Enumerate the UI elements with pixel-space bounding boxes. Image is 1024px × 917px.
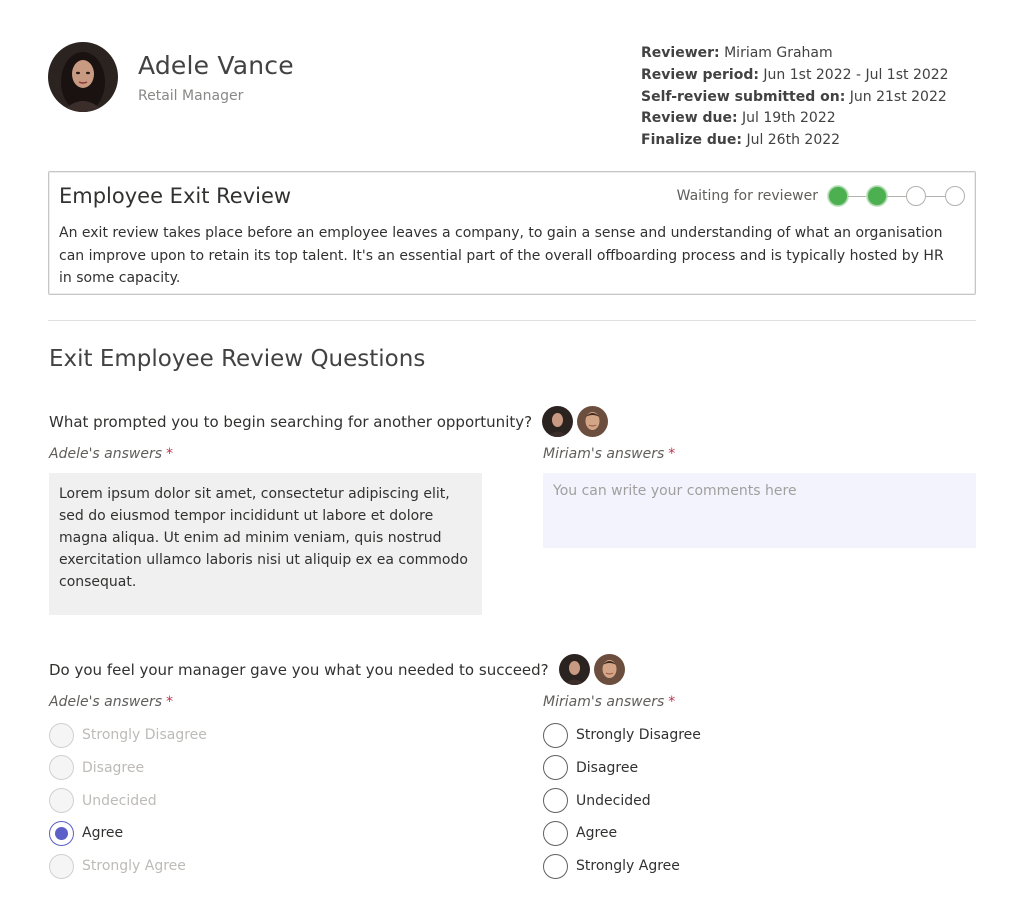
progress-connector xyxy=(848,195,867,197)
radio-circle-selected xyxy=(49,820,74,846)
meta-review-due: Review due: Jul 19th 2022 xyxy=(641,110,836,127)
reviewer-option-strongly-disagree[interactable]: Strongly Disagree xyxy=(543,722,701,748)
review-info-card: Employee Exit Review Waiting for reviewe… xyxy=(48,171,976,295)
employee-avatar xyxy=(48,42,118,112)
meta-self-review-submitted: Self-review submitted on: Jun 21st 2022 xyxy=(641,88,947,105)
radio-dot xyxy=(55,826,68,840)
required-marker: * xyxy=(166,446,174,462)
meta-review-period: Review period: Jun 1st 2022 - Jul 1st 20… xyxy=(641,66,949,83)
review-status: Waiting for reviewer xyxy=(677,184,965,208)
reviewer-answer-label: Miriam's answers * xyxy=(543,446,676,462)
radio-circle[interactable] xyxy=(543,722,568,748)
employee-radio-group: Strongly Disagree Disagree Undecided Agr… xyxy=(49,722,207,887)
reviewer-answer-label: Miriam's answers * xyxy=(543,694,676,710)
required-marker: * xyxy=(668,694,676,710)
card-title: Employee Exit Review xyxy=(59,184,292,208)
progress-step-4 xyxy=(945,186,965,206)
reviewer-option-undecided[interactable]: Undecided xyxy=(543,788,701,814)
employee-role: Retail Manager xyxy=(138,88,244,104)
progress-step-3 xyxy=(906,186,926,206)
question-1: What prompted you to begin searching for… xyxy=(49,406,612,437)
employee-avatar-small xyxy=(558,654,590,685)
employee-option-strongly-disagree: Strongly Disagree xyxy=(49,722,207,748)
employee-avatar-small xyxy=(542,406,574,437)
reviewer-comment-input[interactable] xyxy=(543,473,976,548)
employee-option-strongly-agree: Strongly Agree xyxy=(49,853,207,879)
employee-name: Adele Vance xyxy=(138,51,294,80)
employee-option-undecided: Undecided xyxy=(49,788,207,814)
required-marker: * xyxy=(166,694,174,710)
section-title: Exit Employee Review Questions xyxy=(49,346,426,372)
reviewer-avatar-small xyxy=(577,406,609,437)
radio-circle[interactable] xyxy=(543,755,568,781)
meta-reviewer: Reviewer: Miriam Graham xyxy=(641,45,833,61)
question-2: Do you feel your manager gave you what y… xyxy=(49,654,629,685)
employee-answer-label: Adele's answers * xyxy=(49,694,174,710)
progress-step-1 xyxy=(828,186,848,206)
reviewer-option-agree[interactable]: Agree xyxy=(543,820,701,846)
radio-circle[interactable] xyxy=(543,788,568,814)
meta-finalize-due: Finalize due: Jul 26th 2022 xyxy=(641,132,841,149)
employee-answer-text: Lorem ipsum dolor sit amet, consectetur … xyxy=(49,473,482,615)
status-label: Waiting for reviewer xyxy=(676,188,818,204)
required-marker: * xyxy=(668,446,676,462)
question-text: Do you feel your manager gave you what y… xyxy=(49,660,549,679)
reviewer-radio-group: Strongly Disagree Disagree Undecided Agr… xyxy=(543,722,701,887)
employee-option-agree: Agree xyxy=(49,820,207,846)
reviewer-option-strongly-agree[interactable]: Strongly Agree xyxy=(543,853,701,879)
progress-step-2 xyxy=(867,186,887,206)
radio-circle xyxy=(49,853,74,879)
radio-circle[interactable] xyxy=(543,820,568,846)
radio-circle xyxy=(49,755,74,781)
progress-connector xyxy=(887,195,906,197)
review-meta: Reviewer: Miriam Graham Review period: J… xyxy=(641,43,949,152)
employee-answer-label: Adele's answers * xyxy=(49,446,174,462)
radio-circle xyxy=(49,788,74,814)
radio-circle xyxy=(49,722,74,748)
progress-connector xyxy=(926,195,945,197)
divider xyxy=(48,320,976,321)
reviewer-avatar-small xyxy=(593,654,625,685)
question-text: What prompted you to begin searching for… xyxy=(49,412,533,431)
employee-option-disagree: Disagree xyxy=(49,755,207,781)
exit-review-page: Adele Vance Retail Manager Reviewer: Mir… xyxy=(0,0,1024,917)
reviewer-option-disagree[interactable]: Disagree xyxy=(543,755,701,781)
card-description: An exit review takes place before an emp… xyxy=(59,225,944,286)
radio-circle[interactable] xyxy=(543,853,568,879)
